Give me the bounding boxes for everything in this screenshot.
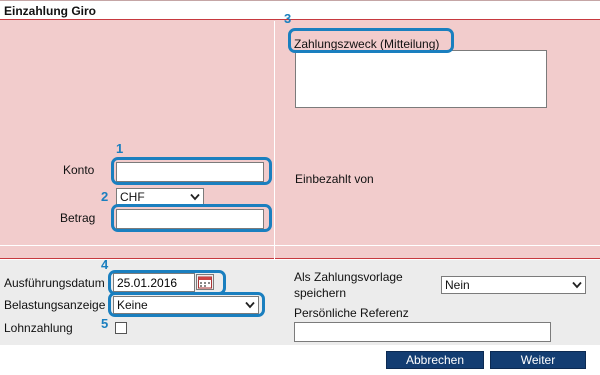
einbezahlt-von-label: Einbezahlt von: [295, 172, 374, 186]
payment-form-panel: Einzahlung Giro Zahlungszweck (Mitteilun…: [0, 0, 600, 259]
panel-title: Einzahlung Giro: [0, 1, 600, 20]
konto-input[interactable]: [116, 162, 264, 182]
als-vorlage-select[interactable]: Nein: [441, 276, 586, 294]
referenz-label: Persönliche Referenz: [294, 306, 409, 320]
calendar-icon[interactable]: [196, 274, 214, 290]
chevron-down-icon: [245, 300, 255, 310]
marker-1: 1: [116, 141, 124, 156]
marker-4: 4: [101, 257, 109, 272]
betrag-input[interactable]: [116, 209, 264, 229]
zahlungszweck-label: Zahlungszweck (Mitteilung): [294, 37, 440, 51]
lohnzahlung-label: Lohnzahlung: [4, 321, 73, 335]
ausfuehrungsdatum-label: Ausführungsdatum: [4, 276, 105, 290]
belastungsanzeige-label: Belastungsanzeige: [4, 298, 106, 312]
lohnzahlung-checkbox[interactable]: [115, 322, 127, 334]
options-section: Ausführungsdatum Belastungsanzeige Keine…: [0, 260, 600, 345]
zahlungszweck-textarea[interactable]: [295, 50, 547, 108]
als-vorlage-value: Nein: [445, 278, 470, 292]
marker-3: 3: [284, 11, 292, 26]
betrag-label: Betrag: [60, 211, 96, 225]
abbrechen-button[interactable]: Abbrechen: [386, 351, 484, 369]
currency-select[interactable]: CHF: [116, 188, 204, 206]
column-divider: [274, 21, 275, 259]
weiter-button[interactable]: Weiter: [490, 351, 586, 369]
konto-label: Konto: [63, 163, 95, 177]
belastungsanzeige-value: Keine: [117, 298, 148, 312]
chevron-down-icon: [190, 192, 200, 202]
marker-5: 5: [101, 316, 109, 331]
currency-value: CHF: [120, 190, 145, 204]
chevron-down-icon: [572, 280, 582, 290]
als-vorlage-label: Als Zahlungsvorlage speichern: [294, 270, 403, 300]
marker-2: 2: [101, 189, 109, 204]
referenz-input[interactable]: [294, 322, 551, 342]
datum-input[interactable]: [113, 273, 195, 292]
belastungsanzeige-select[interactable]: Keine: [113, 296, 259, 314]
button-bar: Abbrechen Weiter: [0, 345, 600, 375]
row-divider: [0, 245, 600, 246]
